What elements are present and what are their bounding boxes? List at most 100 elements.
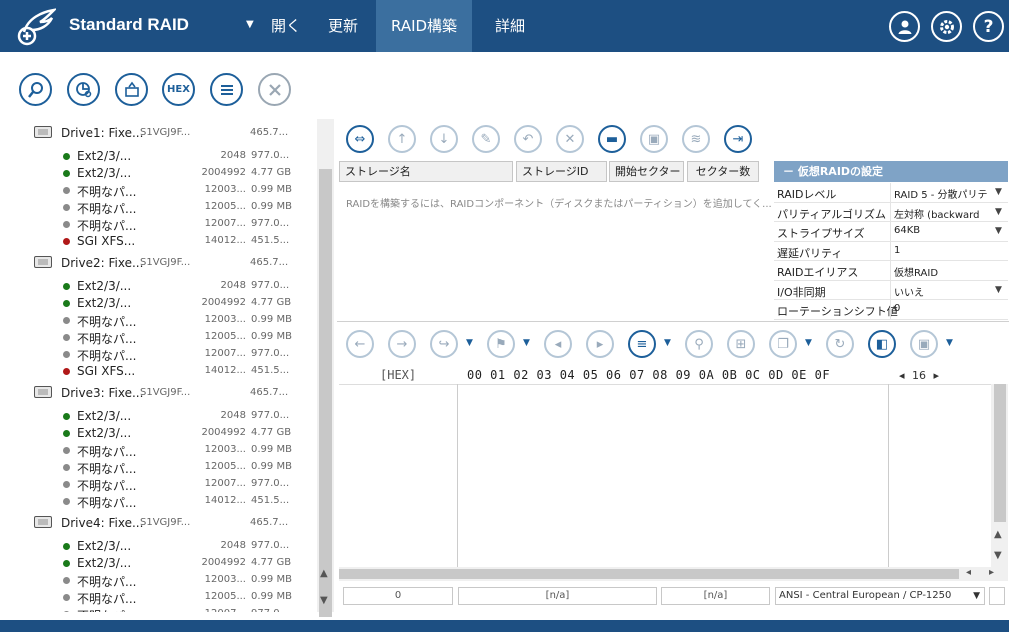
bookmark-icon[interactable]: ⚑ xyxy=(487,330,515,358)
partition-search-icon[interactable] xyxy=(67,73,100,106)
list-icon[interactable] xyxy=(210,73,243,106)
save-data-icon[interactable]: ▣ xyxy=(910,330,938,358)
encoding-select[interactable]: ANSI - Central European / CP-1250 ▼ xyxy=(775,587,985,605)
select-block-icon[interactable]: ⊞ xyxy=(727,330,755,358)
hex-button[interactable]: HEX xyxy=(162,73,195,106)
bookmark-dropdown-icon[interactable]: ▼ xyxy=(523,338,530,348)
partition-item[interactable]: 不明なパ... 12003... 0.99 MB xyxy=(0,311,317,329)
chevron-down-icon[interactable]: ▼ xyxy=(973,588,980,604)
col-storage-id[interactable]: ストレージID xyxy=(516,161,607,182)
setting-value[interactable]: 64KB xyxy=(894,225,994,236)
chevron-down-icon[interactable]: ▼ xyxy=(995,207,1002,217)
tree-scrollbar-thumb[interactable] xyxy=(319,169,332,617)
menu-dropdown-icon[interactable]: ▼ xyxy=(246,19,254,30)
partition-item[interactable]: Ext2/3/... 2048 977.0... xyxy=(0,147,317,164)
partition-item[interactable]: Ext2/3/... 2048 977.0... xyxy=(0,277,317,294)
partition-item[interactable]: SGI XFS... 14012... 451.5... xyxy=(0,362,317,379)
back-icon[interactable]: ← xyxy=(346,330,374,358)
setting-value[interactable]: 左対称 (backward xyxy=(894,206,994,221)
tree-scrollbar[interactable]: ▲ ▼ xyxy=(317,119,334,617)
scroll-left-icon[interactable]: ◂ xyxy=(966,567,971,578)
partition-item[interactable]: Ext2/3/... 2004992 4.77 GB xyxy=(0,164,317,181)
copy-icon[interactable]: ❐ xyxy=(769,330,797,358)
search-icon[interactable] xyxy=(19,73,52,106)
drive-item[interactable]: Drive4: Fixe... S1VGJ9F... 465.7... xyxy=(0,513,317,530)
layers-icon[interactable]: ≋ xyxy=(682,125,710,153)
hex-hscrollbar[interactable]: ◂ ▸ xyxy=(339,567,1008,581)
refresh-icon[interactable]: ↻ xyxy=(826,330,854,358)
chevron-down-icon[interactable]: ▼ xyxy=(995,187,1002,197)
drive-item[interactable]: Drive1: Fixe... S1VGJ9F... 465.7... xyxy=(0,123,317,140)
forward-icon[interactable]: → xyxy=(388,330,416,358)
copy-dropdown-icon[interactable]: ▼ xyxy=(805,338,812,348)
raid-setting-row[interactable]: 遅延パリティ 1 xyxy=(774,241,1008,261)
help-icon[interactable]: ? xyxy=(973,11,1004,42)
raid-setting-row[interactable]: RAIDレベル RAID 5 - 分散パリテ ▼ xyxy=(774,183,1008,203)
partition-item[interactable]: 不明なパ...12007...977.0... xyxy=(0,605,317,612)
user-icon[interactable] xyxy=(889,11,920,42)
scroll-down-icon[interactable]: ▼ xyxy=(320,595,328,606)
scroll-right-icon[interactable]: ▸ xyxy=(989,567,994,578)
partition-item[interactable]: 不明なパ... 12003... 0.99 MB xyxy=(0,571,317,589)
chevron-down-icon[interactable]: ▼ xyxy=(995,226,1002,236)
remove-icon[interactable]: ✕ xyxy=(556,125,584,153)
scroll-down-icon[interactable]: ▼ xyxy=(994,550,1002,561)
export-icon[interactable]: ⇥ xyxy=(724,125,752,153)
scroll-up-icon[interactable]: ▲ xyxy=(320,568,328,579)
find-icon[interactable]: ⚲ xyxy=(685,330,713,358)
menu-raid-build[interactable]: RAID構築 xyxy=(376,0,473,52)
mount-image-icon[interactable] xyxy=(115,73,148,106)
bytes-per-row-stepper[interactable]: ◂ 16 ▸ xyxy=(899,369,939,382)
hex-vscrollbar[interactable]: ▲ ▼ xyxy=(991,384,1008,567)
partition-item[interactable]: 不明なパ... 12003... 0.99 MB xyxy=(0,441,317,459)
raid-settings-header[interactable]: － 仮想RAIDの設定 xyxy=(774,161,1008,182)
increase-icon[interactable]: ▸ xyxy=(934,369,940,382)
partition-item[interactable]: 不明なパ... 12003... 0.99 MB xyxy=(0,181,317,199)
setting-value[interactable]: 0 xyxy=(894,303,994,314)
raid-setting-row[interactable]: ストライプサイズ 64KB ▼ xyxy=(774,222,1008,242)
goto-icon[interactable]: ↪ xyxy=(430,330,458,358)
view-list-icon[interactable]: ≡ xyxy=(628,330,656,358)
partition-item[interactable]: 不明なパ...12007...977.0... xyxy=(0,215,317,233)
move-up-icon[interactable]: ↑ xyxy=(388,125,416,153)
setting-value[interactable]: RAID 5 - 分散パリテ xyxy=(894,186,994,201)
save-icon[interactable]: ▣ xyxy=(640,125,668,153)
partition-item[interactable]: Ext2/3/... 2004992 4.77 GB xyxy=(0,554,317,571)
close-icon[interactable] xyxy=(258,73,291,106)
partition-item[interactable]: Ext2/3/... 2048 977.0... xyxy=(0,407,317,424)
undo-icon[interactable]: ↶ xyxy=(514,125,542,153)
partition-item[interactable]: 不明なパ... 14012... 451.5... xyxy=(0,492,317,510)
setting-value[interactable]: いいえ xyxy=(894,284,994,299)
setting-value[interactable]: 1 xyxy=(894,245,994,256)
drive-item[interactable]: Drive3: Fixe... S1VGJ9F... 465.7... xyxy=(0,383,317,400)
col-sector-count[interactable]: セクター数 xyxy=(687,161,759,182)
setting-value[interactable]: 仮想RAID xyxy=(894,264,994,279)
col-storage-name[interactable]: ストレージ名 xyxy=(339,161,513,182)
col-start-sector[interactable]: 開始セクター xyxy=(609,161,684,182)
move-down-icon[interactable]: ↓ xyxy=(430,125,458,153)
menu-open[interactable]: 開く xyxy=(256,0,316,52)
menu-details[interactable]: 詳細 xyxy=(480,0,540,52)
partition-item[interactable]: 不明なパ... 12005... 0.99 MB xyxy=(0,588,317,606)
partition-item[interactable]: Ext2/3/... 2048 977.0... xyxy=(0,537,317,554)
next-bookmark-icon[interactable]: ▸ xyxy=(586,330,614,358)
hex-hscrollbar-thumb[interactable] xyxy=(339,569,959,579)
partition-item[interactable]: 不明なパ...12007...977.0... xyxy=(0,345,317,363)
view-dropdown-icon[interactable]: ▼ xyxy=(664,338,671,348)
drive-item[interactable]: Drive2: Fixe... S1VGJ9F... 465.7... xyxy=(0,253,317,270)
chevron-down-icon[interactable]: ▼ xyxy=(995,285,1002,295)
partition-item[interactable]: Ext2/3/... 2004992 4.77 GB xyxy=(0,294,317,311)
add-component-icon[interactable]: ⇔ xyxy=(346,125,374,153)
folder-open-icon[interactable]: ▬ xyxy=(598,125,626,153)
partition-item[interactable]: 不明なパ...12007...977.0... xyxy=(0,475,317,493)
hex-vscrollbar-thumb[interactable] xyxy=(994,384,1006,522)
raid-setting-row[interactable]: ローテーションシフト値 0 xyxy=(774,300,1008,320)
gear-icon[interactable] xyxy=(931,11,962,42)
scroll-up-icon[interactable]: ▲ xyxy=(994,529,1002,540)
decrease-icon[interactable]: ◂ xyxy=(899,369,905,382)
menu-refresh[interactable]: 更新 xyxy=(313,0,373,52)
partition-item[interactable]: 不明なパ... 12005... 0.99 MB xyxy=(0,458,317,476)
raid-setting-row[interactable]: パリティアルゴリズム 左対称 (backward ▼ xyxy=(774,202,1008,222)
prev-bookmark-icon[interactable]: ◂ xyxy=(544,330,572,358)
panel-toggle-icon[interactable]: ◧ xyxy=(868,330,896,358)
